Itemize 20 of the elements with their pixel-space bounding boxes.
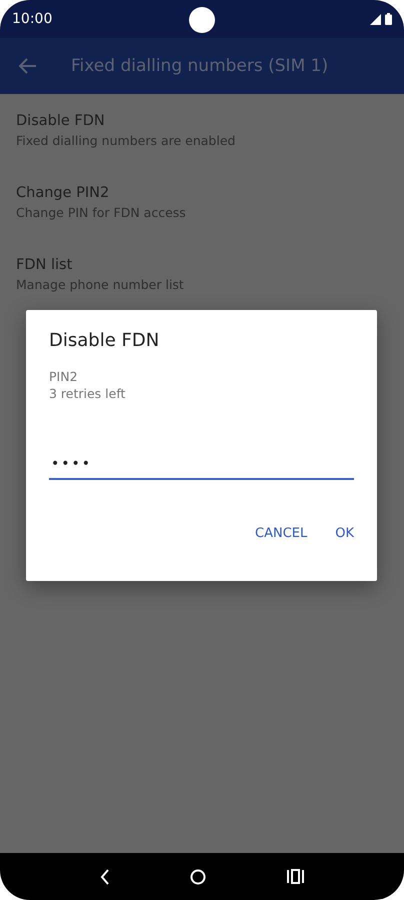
status-time: 10:00 [12,11,52,27]
dialog-button[interactable]: CANCEL [245,520,318,547]
battery-icon [385,13,392,25]
back-arrow-icon[interactable] [19,58,37,74]
recents-icon[interactable] [286,869,304,884]
setting-subtitle: Fixed dialling numbers are enabled [16,132,236,150]
dialog-title: Disable FDN [49,330,160,351]
dialog-hint: 3 retries left [49,385,126,402]
dialog-button[interactable]: OK [325,520,364,547]
dialog-label: PIN2 [49,368,79,385]
setting-title: Change PIN2 [16,184,110,203]
setting-subtitle: Change PIN for FDN access [16,204,187,222]
setting-title: Disable FDN [16,112,106,131]
setting-title: FDN list [16,256,74,275]
setting-subtitle: Manage phone number list [16,276,185,294]
signal-icon [370,14,381,25]
home-icon[interactable] [190,868,206,884]
camera-cutout [189,7,215,33]
back-icon[interactable] [100,868,110,884]
app-bar-title: Fixed dialling numbers (SIM 1) [71,56,328,76]
